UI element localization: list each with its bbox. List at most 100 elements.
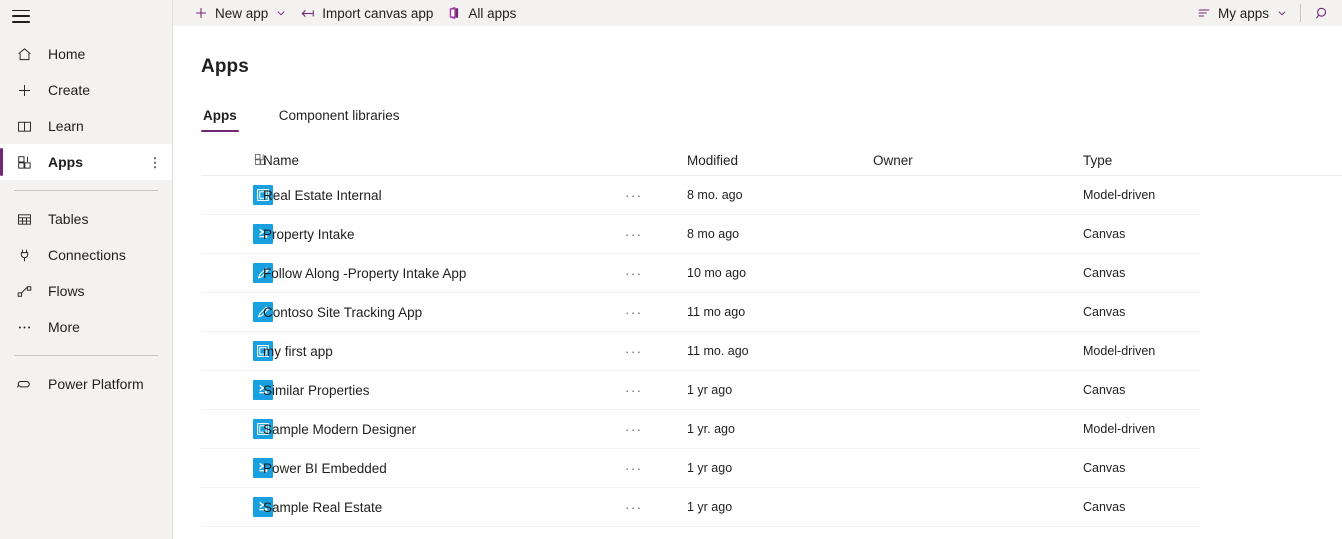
- import-canvas-app-button[interactable]: Import canvas app: [293, 0, 440, 26]
- chevron-down-icon: [1277, 8, 1287, 18]
- sidebar-item-label: More: [48, 319, 80, 335]
- my-apps-label: My apps: [1217, 5, 1269, 21]
- all-apps-label: All apps: [468, 5, 517, 21]
- command-bar-right-group: My apps: [1190, 0, 1342, 26]
- app-modified-cell: 11 mo ago: [687, 305, 746, 319]
- plus-icon: [14, 80, 34, 100]
- app-type-cell: Canvas: [1083, 383, 1126, 397]
- table-row[interactable]: Sample Modern Designer ··· 1 yr. ago Model-…: [201, 410, 1201, 449]
- app-modified-cell: 1 yr ago: [687, 383, 733, 397]
- sidebar-item-tables[interactable]: Tables: [0, 201, 172, 237]
- app-name-cell[interactable]: Sample Real Estate: [263, 500, 625, 515]
- table-row[interactable]: Power BI Embedded ··· 1 yr ago Canvas: [201, 449, 1201, 488]
- row-overflow-menu-icon[interactable]: ···: [625, 266, 687, 281]
- app-icon-cell: [201, 224, 273, 244]
- office-apps-icon: [447, 6, 461, 20]
- table-row[interactable]: my first app ··· 11 mo. ago Model-driven: [201, 332, 1201, 371]
- hamburger-bars: [12, 9, 30, 23]
- command-bar-divider: [1300, 4, 1301, 22]
- sidebar-item-more[interactable]: More: [0, 309, 172, 345]
- apps-table: Name Modified Owner Type Real Estate Int…: [201, 146, 1342, 527]
- app-modified-cell: 10 mo ago: [687, 266, 747, 280]
- row-overflow-menu-icon[interactable]: ···: [625, 422, 687, 437]
- chevron-down-icon: [276, 8, 286, 18]
- column-header-name[interactable]: Name: [263, 153, 625, 168]
- sidebar-item-label: Learn: [48, 118, 84, 134]
- new-app-button[interactable]: New app: [187, 0, 293, 26]
- search-button[interactable]: [1307, 0, 1342, 26]
- plug-icon: [14, 245, 34, 265]
- tab-apps[interactable]: Apps: [201, 108, 239, 132]
- sidebar-item-apps[interactable]: Apps ⋮: [0, 144, 172, 180]
- table-row[interactable]: Sample Real Estate ··· 1 yr ago Canvas: [201, 488, 1201, 527]
- table-row[interactable]: Property Intake ··· 8 mo ago Canvas: [201, 215, 1201, 254]
- row-overflow-menu-icon[interactable]: ···: [625, 461, 687, 476]
- table-row[interactable]: Real Estate Internal ··· 8 mo. ago Model-dr…: [201, 176, 1201, 215]
- app-modified-cell: 1 yr ago: [687, 500, 733, 514]
- row-overflow-menu-icon[interactable]: ···: [625, 500, 687, 515]
- sidebar-item-learn[interactable]: Learn: [0, 108, 172, 144]
- import-canvas-app-label: Import canvas app: [322, 5, 434, 21]
- app-name-cell[interactable]: my first app: [263, 344, 625, 359]
- app-icon-cell: [201, 341, 273, 361]
- column-header-modified[interactable]: Modified: [687, 153, 873, 168]
- app-type-cell: Model-driven: [1083, 188, 1156, 202]
- sidebar-item-label: Create: [48, 82, 91, 98]
- app-name-cell[interactable]: Similar Properties: [263, 383, 625, 398]
- sidebar-item-connections[interactable]: Connections: [0, 237, 172, 273]
- app-name-cell[interactable]: Property Intake: [263, 227, 625, 242]
- power-platform-icon: [14, 374, 34, 394]
- sidebar-nav-list: Home Create Learn Apps ⋮ Tables Connecti…: [0, 36, 172, 402]
- column-header-type[interactable]: Type: [1083, 153, 1283, 168]
- row-overflow-menu-icon[interactable]: ···: [625, 383, 687, 398]
- plus-icon: [194, 6, 208, 20]
- app-modified-cell: 8 mo ago: [687, 227, 740, 241]
- table-row[interactable]: Follow Along -Property Intake App ··· 10 m…: [201, 254, 1201, 293]
- row-overflow-menu-icon[interactable]: ···: [625, 344, 687, 359]
- sidebar-item-create[interactable]: Create: [0, 72, 172, 108]
- import-arrow-icon: [300, 7, 315, 20]
- table-row[interactable]: Contoso Site Tracking App ··· 11 mo ago Can…: [201, 293, 1201, 332]
- flow-icon: [14, 281, 34, 301]
- sidebar-item-label: Home: [48, 46, 86, 62]
- sidebar-item-power-platform[interactable]: Power Platform: [0, 366, 172, 402]
- app-name-cell[interactable]: Follow Along -Property Intake App: [263, 266, 625, 281]
- app-name-cell[interactable]: Power BI Embedded: [263, 461, 625, 476]
- app-icon-cell: [201, 185, 273, 205]
- app-name-cell[interactable]: Sample Modern Designer: [263, 422, 625, 437]
- tab-component-libraries[interactable]: Component libraries: [277, 108, 402, 132]
- app-icon-cell: [201, 497, 273, 517]
- sidebar-item-label: Connections: [48, 247, 126, 263]
- row-overflow-menu-icon[interactable]: ···: [625, 227, 687, 242]
- app-icon-cell: [201, 380, 273, 400]
- hamburger-menu-icon[interactable]: [0, 0, 48, 32]
- sidebar-item-more-icon[interactable]: ⋮: [142, 156, 168, 169]
- app-icon-cell: [201, 302, 273, 322]
- app-name-cell[interactable]: Contoso Site Tracking App: [263, 305, 625, 320]
- app-icon-cell: [201, 419, 273, 439]
- table-row[interactable]: Similar Properties ··· 1 yr ago Canvas: [201, 371, 1201, 410]
- all-apps-button[interactable]: All apps: [440, 0, 523, 26]
- left-navigation-sidebar: Home Create Learn Apps ⋮ Tables Connecti…: [0, 0, 173, 539]
- sidebar-divider-bottom: [14, 355, 158, 356]
- apps-grid-icon: [14, 152, 34, 172]
- row-overflow-menu-icon[interactable]: ···: [625, 305, 687, 320]
- tab-label: Component libraries: [278, 108, 400, 123]
- column-header-owner[interactable]: Owner: [873, 153, 1083, 168]
- sidebar-item-flows[interactable]: Flows: [0, 273, 172, 309]
- app-modified-cell: 1 yr ago: [687, 461, 733, 475]
- column-header-icon: [201, 152, 266, 170]
- app-icon-cell: [201, 263, 273, 283]
- my-apps-filter-button[interactable]: My apps: [1190, 0, 1294, 26]
- app-modified-cell: 11 mo. ago: [687, 344, 749, 358]
- page-title: Apps: [201, 56, 249, 77]
- sidebar-item-home[interactable]: Home: [0, 36, 172, 72]
- app-name-cell[interactable]: Real Estate Internal: [263, 188, 625, 203]
- app-type-cell: Model-driven: [1083, 344, 1156, 358]
- row-overflow-menu-icon[interactable]: ···: [625, 188, 687, 203]
- app-type-cell: Canvas: [1083, 266, 1126, 280]
- main-content-area: New app Import canvas app All apps My ap…: [173, 0, 1342, 539]
- table-icon: [14, 209, 34, 229]
- new-app-label: New app: [215, 5, 269, 21]
- app-modified-cell: 1 yr. ago: [687, 422, 735, 436]
